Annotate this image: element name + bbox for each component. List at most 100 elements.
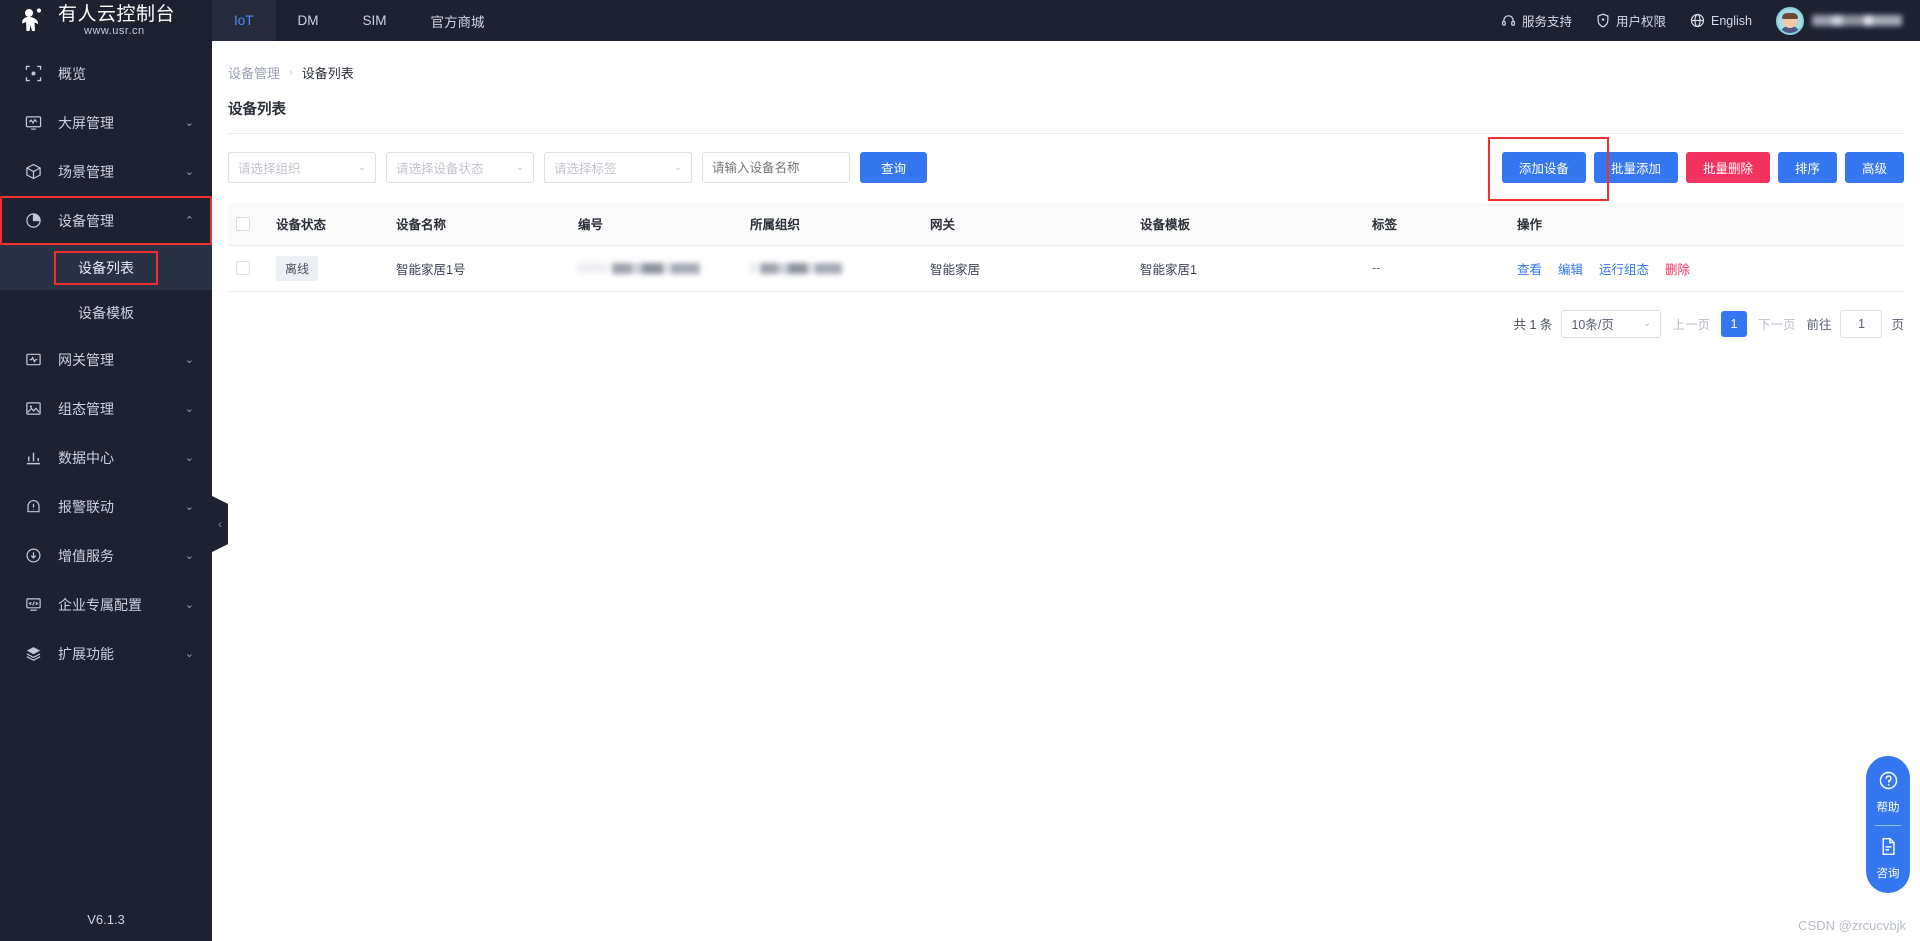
float-help-panel: 帮助 咨询	[1866, 756, 1910, 893]
user-permission-button[interactable]: 用户权限	[1596, 11, 1666, 30]
breadcrumb-separator-icon: ›	[289, 66, 293, 79]
cell-device-name: 智能家居1号	[388, 245, 570, 292]
sidebar-item-value-added-services[interactable]: 增值服务 ⌄	[0, 531, 212, 580]
device-table-wrapper: 设备状态 设备名称 编号 所属组织 网关 设备模板 标签 操作 离线 智能家居1…	[212, 183, 1920, 292]
sidebar-chevron: ⌄	[184, 501, 194, 513]
view-link[interactable]: 查看	[1517, 259, 1542, 278]
prev-page-button[interactable]: 上一页	[1670, 314, 1712, 333]
query-button[interactable]: 查询	[860, 152, 928, 183]
tab-dm[interactable]: DM	[276, 0, 341, 41]
brand[interactable]: 有人云控制台 www.usr.cn	[0, 0, 212, 41]
page-title: 设备列表	[228, 102, 286, 118]
sidebar-collapse-handle[interactable]: ‹	[212, 496, 228, 552]
help-button[interactable]: 帮助	[1877, 766, 1900, 819]
advanced-button[interactable]: 高级	[1844, 152, 1904, 183]
code-icon	[22, 596, 44, 613]
sidebar-item-data-center[interactable]: 数据中心 ⌄	[0, 433, 212, 482]
sidebar-menu: 概览 大屏管理 ⌄ 场景管理 ⌄ 设备管理 ⌃ 设备列表 设备模板 网关管理 ⌄…	[0, 41, 212, 897]
sidebar-item-extension-functions[interactable]: 扩展功能 ⌄	[0, 629, 212, 678]
brand-title: 有人云控制台	[58, 3, 176, 25]
sidebar-version: V6.1.3	[87, 911, 125, 927]
device-status-select[interactable]: 请选择设备状态 ⌄	[386, 152, 534, 183]
chevron-down-icon: ⌄	[1643, 318, 1652, 329]
sidebar-item-enterprise-config[interactable]: 企业专属配置 ⌄	[0, 580, 212, 629]
org-select[interactable]: 请选择组织 ⌄	[228, 152, 376, 183]
chevron-left-icon: ‹	[218, 517, 222, 531]
document-icon	[1878, 836, 1899, 862]
image-icon	[22, 400, 44, 417]
next-page-button[interactable]: 下一页	[1756, 314, 1798, 333]
sidebar-item-configuration-management[interactable]: 组态管理 ⌄	[0, 384, 212, 433]
screen-icon	[22, 114, 44, 131]
header-right-actions: 服务支持 用户权限 English	[1501, 0, 1920, 41]
page-size-select[interactable]: 10条/页 ⌄	[1561, 309, 1662, 338]
sidebar-item-alarm-linkage[interactable]: 报警联动 ⌄	[0, 482, 212, 531]
sidebar-label: 报警联动	[58, 498, 114, 515]
tab-official-store[interactable]: 官方商城	[409, 0, 507, 41]
select-all-checkbox[interactable]	[236, 217, 250, 232]
page-number-1[interactable]: 1	[1720, 310, 1747, 337]
tab-sim[interactable]: SIM	[341, 0, 409, 41]
usr-logo-icon	[18, 6, 48, 36]
sidebar-item-device-list[interactable]: 设备列表	[0, 245, 212, 290]
help-label: 帮助	[1876, 802, 1900, 814]
consult-button[interactable]: 咨询	[1877, 832, 1900, 885]
device-name-input[interactable]	[702, 152, 850, 183]
brand-subtitle: www.usr.cn	[84, 24, 145, 37]
page-unit-label: 页	[1891, 318, 1904, 332]
delete-link[interactable]: 删除	[1665, 259, 1690, 278]
sidebar-item-gateway-management[interactable]: 网关管理 ⌄	[0, 335, 212, 384]
sidebar-label: 企业专属配置	[58, 596, 142, 613]
content-card: 设备管理 › 设备列表 设备列表 请选择组织 ⌄ 请选择设备状态 ⌄ 请选择标签…	[212, 41, 1920, 941]
edit-link[interactable]: 编辑	[1558, 259, 1583, 278]
col-gateway: 网关	[922, 203, 1132, 246]
total-count-label: 共 1 条	[1513, 318, 1553, 332]
sidebar-item-device-management[interactable]: 设备管理 ⌃	[0, 196, 212, 245]
sidebar-label: 场景管理	[58, 163, 114, 180]
consult-label: 咨询	[1876, 868, 1900, 880]
sidebar-item-screen-management[interactable]: 大屏管理 ⌄	[0, 98, 212, 147]
sidebar: 概览 大屏管理 ⌄ 场景管理 ⌄ 设备管理 ⌃ 设备列表 设备模板 网关管理 ⌄…	[0, 41, 212, 941]
row-checkbox[interactable]	[236, 261, 250, 276]
batch-delete-button[interactable]: 批量删除	[1685, 152, 1770, 183]
question-mark-icon	[1878, 770, 1899, 796]
chevron-down-icon: ⌄	[515, 162, 524, 173]
add-device-button[interactable]: 添加设备	[1501, 152, 1586, 183]
table-row: 离线 智能家居1号 0000 9 智能家居 智能家居1 -- 查看 编辑 运行组…	[228, 245, 1904, 292]
row-select-cell	[228, 245, 268, 292]
sidebar-item-overview[interactable]: 概览	[0, 49, 212, 98]
batch-add-button[interactable]: 批量添加	[1593, 152, 1678, 183]
sidebar-item-scene-management[interactable]: 场景管理 ⌄	[0, 147, 212, 196]
value-added-icon	[22, 547, 44, 564]
bar-chart-icon	[22, 449, 44, 466]
status-badge: 离线	[276, 255, 319, 281]
sidebar-label: 组态管理	[58, 400, 114, 417]
goto-page-input[interactable]	[1840, 309, 1883, 338]
breadcrumb-parent[interactable]: 设备管理	[228, 63, 280, 82]
col-organization: 所属组织	[742, 203, 922, 246]
sort-button[interactable]: 排序	[1777, 152, 1837, 183]
run-configuration-link[interactable]: 运行组态	[1599, 259, 1649, 278]
tab-iot[interactable]: IoT	[212, 0, 276, 41]
cell-device-template: 智能家居1	[1132, 245, 1364, 292]
cell-organization: 9	[742, 245, 922, 292]
sidebar-chevron: ⌄	[184, 117, 194, 129]
service-support-label: 服务支持	[1521, 15, 1572, 29]
pagination: 共 1 条 10条/页 ⌄ 上一页 1 下一页 前往 页	[212, 292, 1920, 338]
page-size-label: 10条/页	[1571, 318, 1614, 332]
float-help-divider	[1875, 825, 1901, 826]
sidebar-item-device-template[interactable]: 设备模板	[0, 290, 212, 335]
language-switch-button[interactable]: English	[1690, 13, 1752, 28]
service-support-button[interactable]: 服务支持	[1501, 11, 1572, 30]
user-menu[interactable]	[1776, 6, 1902, 35]
device-status-placeholder: 请选择设备状态	[396, 162, 484, 176]
gateway-icon	[22, 351, 44, 368]
select-all-header	[228, 203, 268, 246]
chevron-down-icon: ⌄	[673, 162, 682, 173]
overview-icon	[22, 65, 44, 82]
col-operations: 操作	[1509, 203, 1904, 246]
user-permission-label: 用户权限	[1615, 15, 1666, 29]
sidebar-chevron: ⌄	[184, 354, 194, 366]
tag-select[interactable]: 请选择标签 ⌄	[544, 152, 692, 183]
cell-device-code: 0000	[570, 245, 742, 292]
